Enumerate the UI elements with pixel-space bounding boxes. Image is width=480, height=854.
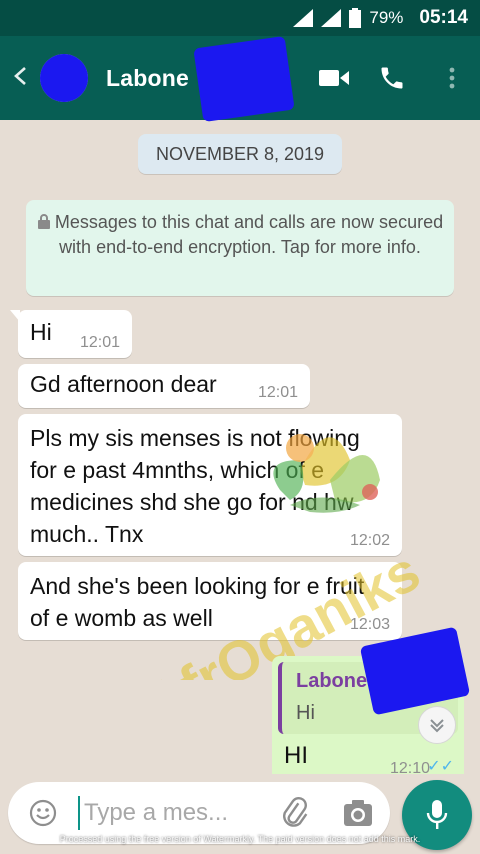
- message-text: HI: [284, 742, 308, 769]
- redaction-scribble: [193, 35, 295, 123]
- message-time: 12:10: [389, 760, 430, 774]
- message-time: 12:01: [257, 384, 298, 401]
- status-bar: 79% 05:14: [0, 0, 480, 36]
- more-vert-icon[interactable]: [430, 56, 474, 100]
- videocam-icon[interactable]: [312, 56, 356, 100]
- chat-header: Labone: [0, 35, 480, 123]
- message-time: 12:03: [349, 616, 390, 633]
- battery-icon: [349, 8, 362, 28]
- chevron-down-icon: [430, 719, 444, 733]
- double-check-icon: ✓✓: [427, 758, 454, 774]
- date-label: NOVEMBER 8, 2019: [155, 143, 325, 164]
- chat-area[interactable]: NOVEMBER 8, 2019 Messages to this chat a…: [0, 120, 480, 774]
- watermark-notice: Processed using the free version of Wate…: [59, 834, 421, 844]
- message-input[interactable]: [84, 792, 264, 834]
- scroll-down-button[interactable]: [418, 706, 456, 744]
- message-time: 12:02: [349, 532, 390, 549]
- message-bubble[interactable]: And she's been looking for e fruit of e …: [18, 562, 402, 640]
- quoted-name: Labone: [296, 670, 368, 692]
- paperclip-icon[interactable]: [278, 796, 312, 830]
- message-text: Hi: [30, 319, 52, 345]
- message-bubble[interactable]: Hi 12:01: [10, 310, 132, 358]
- message-bubble[interactable]: Gd afternoon dear 12:01: [18, 364, 310, 408]
- encryption-notice[interactable]: Messages to this chat and calls are now …: [26, 200, 454, 296]
- signal-icon: [293, 9, 314, 27]
- battery-percent: 79%: [369, 8, 404, 27]
- message-text: Gd afternoon dear: [30, 371, 217, 397]
- lock-icon: [37, 214, 50, 229]
- message-text: And she's been looking for e fruit of e …: [30, 573, 365, 631]
- contact-name[interactable]: Labone: [106, 65, 189, 92]
- mic-icon: [426, 800, 448, 829]
- camera-icon[interactable]: [342, 798, 374, 828]
- message-time: 12:01: [79, 334, 120, 351]
- arrow-left-icon[interactable]: [10, 63, 36, 94]
- emoji-icon[interactable]: [28, 798, 58, 828]
- message-bubble[interactable]: Pls my sis menses is not flowing for e p…: [18, 414, 402, 556]
- date-chip: NOVEMBER 8, 2019: [138, 134, 342, 174]
- phone-icon[interactable]: [370, 56, 414, 100]
- signal-icon: [321, 9, 342, 27]
- quoted-text: Hi: [296, 702, 315, 724]
- avatar[interactable]: [40, 54, 88, 102]
- clock: 05:14: [419, 7, 468, 28]
- message-text: Pls my sis menses is not flowing for e p…: [30, 425, 360, 547]
- text-cursor: [78, 796, 80, 830]
- encryption-text: Messages to this chat and calls are now …: [54, 212, 444, 257]
